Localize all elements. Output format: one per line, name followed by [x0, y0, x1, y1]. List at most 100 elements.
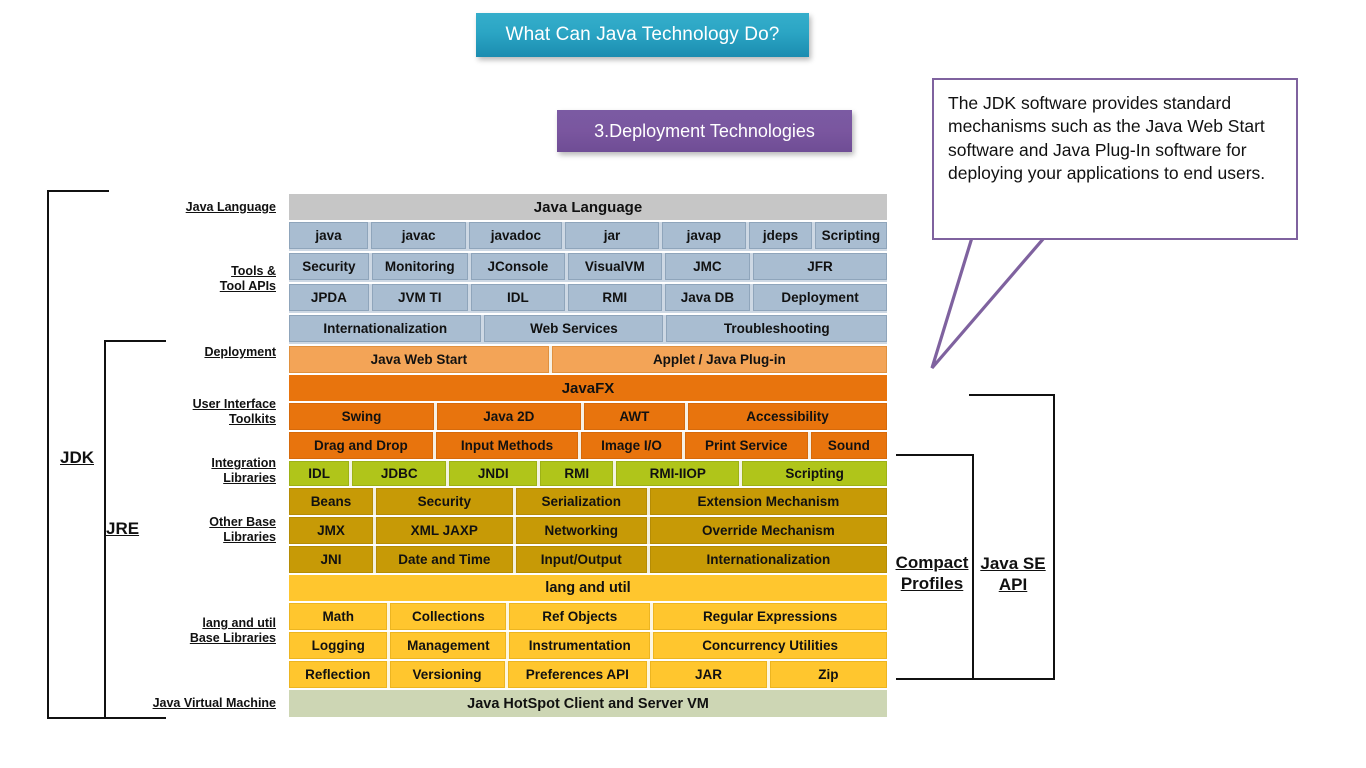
diagram-cell: Math — [289, 603, 388, 630]
side-label-integration-libraries: Integration Libraries — [211, 456, 276, 486]
callout-text: The JDK software provides standard mecha… — [948, 93, 1266, 183]
diagram-row: Drag and Drop Input Methods Image I/O Print… — [289, 432, 887, 459]
diagram-cell: AWT — [583, 403, 686, 430]
diagram-cell: Scripting — [814, 222, 887, 249]
compact-profiles-label-line1: Compact — [895, 553, 969, 572]
diagram-cell: Java 2D — [436, 403, 581, 430]
jdk-bracket-label: JDK — [60, 448, 95, 467]
side-label-deployment: Deployment — [204, 345, 276, 359]
diagram-cell: JavaFX — [289, 375, 887, 401]
slide-title-text: What Can Java Technology Do? — [505, 24, 780, 45]
diagram-cell: RMI — [567, 284, 662, 311]
diagram-cell: JConsole — [470, 253, 565, 280]
diagram-cell: Versioning — [389, 661, 505, 688]
diagram-row: Java Language — [289, 194, 887, 220]
slide-title-banner: What Can Java Technology Do? — [476, 13, 809, 57]
diagram-cell: javap — [661, 222, 747, 249]
diagram-cell: JAR — [650, 661, 767, 688]
diagram-cell: jdeps — [749, 222, 812, 249]
diagram-cell: Date and Time — [375, 546, 513, 573]
diagram-row: Swing Java 2D AWT Accessibility — [289, 403, 887, 430]
diagram-cell: XML JAXP — [375, 517, 513, 544]
slide-canvas: What Can Java Technology Do? 3.Deploymen… — [0, 0, 1366, 768]
callout-textbox: The JDK software provides standard mecha… — [932, 78, 1298, 240]
diagram-cell: Override Mechanism — [649, 517, 888, 544]
diagram-cell: Swing — [289, 403, 434, 430]
diagram-cell: Java HotSpot Client and Server VM — [289, 690, 887, 717]
diagram-cell: Scripting — [742, 461, 887, 486]
diagram-cell: RMI — [540, 461, 614, 486]
diagram-cell: javac — [370, 222, 467, 249]
diagram-row: JMX XML JAXP Networking Override Mechanism — [289, 517, 888, 544]
section-title-text: 3.Deployment Technologies — [594, 120, 815, 141]
diagram-cell: Serialization — [515, 488, 647, 515]
diagram-cell: Drag and Drop — [289, 432, 433, 459]
diagram-cell: Ref Objects — [509, 603, 651, 630]
diagram-cell: Preferences API — [507, 661, 648, 688]
diagram-cell: JDBC — [352, 461, 447, 486]
diagram-cell: Input/Output — [515, 546, 647, 573]
diagram-cell: java — [289, 222, 368, 249]
diagram-cell: Internationalization — [289, 315, 482, 342]
diagram-cell: Extension Mechanism — [649, 488, 888, 515]
diagram-cell: IDL — [470, 284, 565, 311]
diagram-cell: Java Language — [289, 194, 887, 220]
compact-profiles-label-line2: Profiles — [900, 574, 964, 594]
side-label-other-base-libraries: Other Base Libraries — [209, 515, 276, 545]
diagram-cell: JMC — [664, 253, 751, 280]
diagram-cell: IDL — [289, 461, 350, 486]
diagram-cell: Troubleshooting — [666, 315, 887, 342]
diagram-cell: JNI — [289, 546, 373, 573]
diagram-cell: Accessibility — [688, 403, 887, 430]
diagram-row: Reflection Versioning Preferences API JAR Zi… — [289, 661, 887, 688]
callout-pointer-icon — [930, 230, 1053, 370]
compact-profiles-label: Compact Profiles — [891, 552, 973, 595]
diagram-cell: Zip — [769, 661, 887, 688]
side-label-java-virtual-machine: Java Virtual Machine — [152, 696, 276, 710]
diagram-row: JNI Date and Time Input/Output Internationa… — [289, 546, 888, 573]
diagram-cell: Instrumentation — [509, 632, 651, 659]
section-title-banner: 3.Deployment Technologies — [557, 110, 852, 152]
diagram-cell: Print Service — [684, 432, 808, 459]
diagram-cell: Deployment — [753, 284, 888, 311]
diagram-cell: Security — [289, 253, 369, 280]
diagram-cell: Monitoring — [371, 253, 468, 280]
diagram-cell: Internationalization — [649, 546, 888, 573]
diagram-cell: jar — [565, 222, 659, 249]
diagram-cell: javadoc — [469, 222, 563, 249]
diagram-cell: VisualVM — [567, 253, 662, 280]
java-se-api-label-line1: Java SE — [980, 554, 1046, 573]
diagram-cell: Regular Expressions — [653, 603, 887, 630]
diagram-cell: Collections — [390, 603, 507, 630]
diagram-row: Java Web Start Applet / Java Plug-in — [289, 346, 887, 373]
diagram-row: Math Collections Ref Objects Regular Expres… — [289, 603, 887, 630]
diagram-row: JPDA JVM TI IDL RMI Java DB Deployment — [289, 284, 888, 313]
diagram-cell: Networking — [515, 517, 647, 544]
diagram-cell: JPDA — [289, 284, 369, 311]
diagram-cell: Applet / Java Plug-in — [551, 346, 887, 373]
diagram-row: Logging Management Instrumentation Concurre… — [289, 632, 887, 659]
side-label-java-language: Java Language — [185, 200, 276, 214]
diagram-cell: Input Methods — [435, 432, 579, 459]
diagram-row: JavaFX — [289, 375, 887, 401]
java-se-api-label: Java SE API — [975, 553, 1051, 596]
diagram-cell: JMX — [289, 517, 373, 544]
diagram-cell: Management — [390, 632, 507, 659]
diagram-cell: JNDI — [449, 461, 538, 486]
diagram-row: Internationalization Web Services Troubles… — [289, 315, 887, 344]
java-platform-diagram: Java Language java javac javadoc jar javap jde… — [289, 194, 888, 717]
diagram-row: lang and util — [289, 575, 887, 601]
side-label-lang-util-base-libraries: lang and util Base Libraries — [189, 616, 276, 646]
diagram-cell: Java DB — [664, 284, 751, 311]
side-label-tools: Tools & Tool APIs — [219, 264, 276, 294]
diagram-cell: Web Services — [484, 315, 664, 342]
diagram-cell: Sound — [810, 432, 887, 459]
diagram-cell: Security — [375, 488, 513, 515]
java-se-api-label-line2: API — [998, 575, 1028, 595]
diagram-cell: Reflection — [289, 661, 387, 688]
java-se-api-bracket — [969, 394, 1055, 680]
diagram-row: java javac javadoc jar javap jdeps Scripting — [289, 222, 887, 251]
diagram-cell: Concurrency Utilities — [653, 632, 887, 659]
diagram-row: Security Monitoring JConsole VisualVM JMC JFR — [289, 253, 888, 282]
diagram-cell: lang and util — [289, 575, 887, 601]
